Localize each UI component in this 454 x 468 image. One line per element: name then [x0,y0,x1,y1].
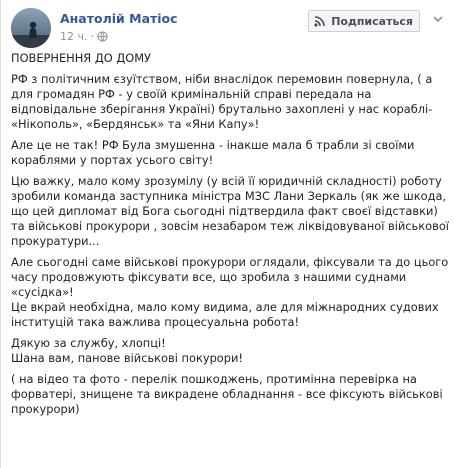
post-paragraph: Але це не так! РФ Була змушенна - інакше… [11,138,415,167]
post-paragraph: Цю важку, мало кому зрозумілу (у всій її… [11,174,449,248]
post-paragraph: Шана вам, панове військові покурори! [11,351,243,365]
facebook-post: Анатолій Матіос 12 ч. · Подписаться ПОВЕ… [0,0,454,468]
post-paragraph: РФ з політичним єзуїтством, ніби внаслід… [11,72,433,131]
chevron-down-icon[interactable] [433,15,443,23]
post-paragraph: Але сьогодні саме військові прокурори ог… [11,255,449,299]
rss-icon [314,15,325,27]
author-name[interactable]: Анатолій Матіос [60,11,178,26]
meta-separator: · [90,30,95,43]
globe-icon[interactable] [97,31,108,42]
subscribe-label: Подписаться [331,14,413,28]
post-meta: 12 ч. · [60,30,108,43]
author-avatar[interactable] [11,8,51,48]
post-timestamp[interactable]: 12 ч. [60,30,88,43]
post-paragraph: Дякую за службу, хлопці! [11,336,166,350]
post-headline: ПОВЕРНЕННЯ ДО ДОМУ [11,51,151,65]
subscribe-button[interactable]: Подписаться [308,10,420,32]
post-paragraph: Це вкрай необхідна, мало кому видима, ал… [11,300,439,329]
post-body: ПОВЕРНЕННЯ ДО ДОМУ РФ з політичним єзуїт… [11,51,449,423]
avatar-image [11,8,51,48]
post-paragraph: ( на відео та фото - перелік пошкоджень,… [11,372,443,416]
post-header: Анатолій Матіос 12 ч. · Подписаться [11,8,446,48]
